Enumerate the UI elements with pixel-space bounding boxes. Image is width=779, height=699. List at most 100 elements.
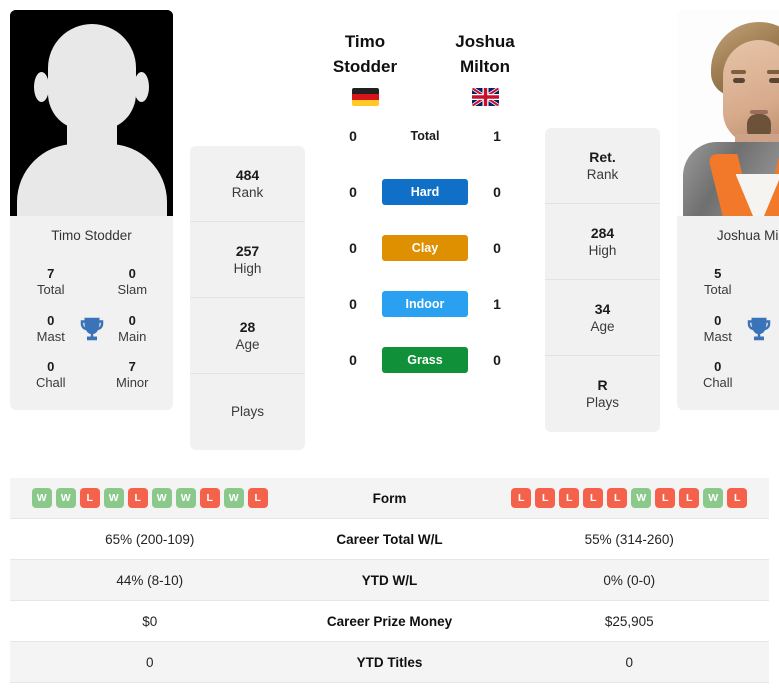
form-label: Form (372, 490, 407, 506)
form-badge-win: W (31, 488, 52, 508)
table-row: 0 YTD Titles 0 (10, 642, 769, 683)
left-player-photo (10, 10, 173, 216)
form-badge-loss: L (535, 488, 556, 508)
center-comparison: Timo Stodder Joshua Milton 0 Total 1 0 H… (305, 10, 545, 388)
right-clay-wins: 0 (493, 240, 501, 257)
right-player-stat-card: Ret. Rank 284 High 34 Age R Plays (545, 128, 660, 432)
left-titles-slam: 0 Slam (117, 266, 148, 298)
right-form-badges: LLLLLWLLWL (490, 488, 770, 508)
form-badge-loss: L (607, 488, 628, 508)
left-ytd-titles: 0 (145, 654, 154, 670)
table-row: 65% (200-109) Career Total W/L 55% (314-… (10, 519, 769, 560)
left-hard-wins: 0 (349, 184, 357, 201)
left-career-prize-money: $0 (142, 613, 158, 629)
surface-label-total: Total (410, 129, 440, 144)
comparison-stats-table: WWLWLWWLWL Form LLLLLWLLWL 65% (200-109)… (10, 478, 769, 683)
right-total-wins: 1 (493, 128, 501, 145)
left-titles-total: 7 Total (37, 266, 65, 298)
right-player-column: Joshua Milton 5 Total 0 Slam 0 Mast (677, 10, 779, 410)
table-row-form: WWLWLWWLWL Form LLLLLWLLWL (10, 478, 769, 519)
left-form-badges: WWLWLWWLWL (10, 488, 290, 508)
form-badge-loss: L (247, 488, 268, 508)
form-badge-win: W (151, 488, 172, 508)
left-player-name: Timo Stodder (332, 32, 398, 76)
left-player-name-block: Timo Stodder (305, 30, 425, 107)
right-indoor-wins: 1 (493, 296, 501, 313)
right-grass-wins: 0 (493, 352, 501, 369)
left-titles-minor: 7 Minor (115, 359, 149, 391)
form-badge-win: W (103, 488, 124, 508)
right-player-name-caption: Joshua Milton (677, 216, 779, 254)
player-names-row: Timo Stodder Joshua Milton (305, 30, 545, 107)
form-badge-loss: L (559, 488, 580, 508)
left-stat-plays: Plays (230, 404, 264, 420)
right-stat-rank: Ret. Rank (545, 128, 660, 204)
form-badge-loss: L (727, 488, 748, 508)
right-player-photo (677, 10, 779, 216)
form-badge-loss: L (679, 488, 700, 508)
right-titles-slam: 0 Slam (759, 260, 779, 305)
form-badge-win: W (55, 488, 76, 508)
table-row: 44% (8-10) YTD W/L 0% (0-0) (10, 560, 769, 601)
surface-label-indoor: Indoor (382, 291, 468, 318)
left-player-column: Timo Stodder 7 Total 0 Slam 0 Mast 0 Mai… (10, 10, 173, 410)
right-player-titles-card: 5 Total 0 Slam 0 Mast 0 Main (677, 254, 779, 410)
right-player-name-block: Joshua Milton (425, 30, 545, 107)
label-career-prize-money: Career Prize Money (326, 613, 453, 629)
left-titles-chall: 0 Chall (35, 359, 66, 391)
surface-row-grass: 0 Grass 0 (305, 332, 545, 388)
flag-germany-icon (351, 88, 379, 107)
form-badge-win: W (175, 488, 196, 508)
surface-row-clay: 0 Clay 0 (305, 220, 545, 276)
form-badge-win: W (703, 488, 724, 508)
surface-label-hard: Hard (382, 179, 468, 206)
trophy-icon (747, 317, 770, 340)
comparison-header: Timo Stodder 7 Total 0 Slam 0 Mast 0 Mai… (0, 0, 779, 478)
surface-comparison-list: 0 Total 1 0 Hard 0 0 Clay 0 0 Indoor 1 0… (305, 108, 545, 388)
left-ytd-wl: 44% (8-10) (116, 572, 184, 588)
right-ytd-wl: 0% (0-0) (603, 572, 656, 588)
right-career-prize-money: $25,905 (604, 613, 654, 629)
flag-uk-icon (471, 88, 499, 107)
table-row: $0 Career Prize Money $25,905 (10, 601, 769, 642)
left-player-stat-card: 484 Rank 257 High 28 Age Plays (190, 146, 305, 450)
left-grass-wins: 0 (349, 352, 357, 369)
label-ytd-titles: YTD Titles (356, 654, 423, 670)
surface-row-hard: 0 Hard 0 (305, 164, 545, 220)
left-stat-age: 28 Age (190, 298, 305, 374)
right-titles-minor: 5 Minor (759, 353, 779, 398)
surface-label-grass: Grass (382, 347, 468, 374)
left-clay-wins: 0 (349, 240, 357, 257)
surface-label-clay: Clay (382, 235, 468, 262)
avatar-placeholder-icon (10, 10, 173, 216)
left-player-name-caption: Timo Stodder (10, 216, 173, 254)
right-player-name: Joshua Milton (455, 32, 515, 76)
trophy-icon (80, 317, 103, 340)
label-ytd-wl: YTD W/L (361, 572, 418, 588)
right-career-total-wl: 55% (314-260) (584, 531, 674, 547)
left-total-wins: 0 (349, 128, 357, 145)
left-career-total-wl: 65% (200-109) (105, 531, 195, 547)
form-badge-loss: L (127, 488, 148, 508)
right-stat-high: 284 High (545, 204, 660, 280)
left-indoor-wins: 0 (349, 296, 357, 313)
form-badge-loss: L (583, 488, 604, 508)
right-hard-wins: 0 (493, 184, 501, 201)
right-titles-chall: 0 Chall (702, 359, 733, 391)
right-titles-total: 5 Total (704, 266, 732, 298)
left-stat-high: 257 High (190, 222, 305, 298)
form-badge-win: W (223, 488, 244, 508)
surface-row-indoor: 0 Indoor 1 (305, 276, 545, 332)
form-badge-loss: L (199, 488, 220, 508)
form-badge-loss: L (511, 488, 532, 508)
surface-row-total: 0 Total 1 (305, 108, 545, 164)
right-stat-plays: R Plays (585, 377, 619, 411)
right-ytd-titles: 0 (625, 654, 633, 670)
form-badge-loss: L (79, 488, 100, 508)
form-badge-loss: L (655, 488, 676, 508)
left-player-titles-card: 7 Total 0 Slam 0 Mast 0 Main 0 Chall 7 M… (10, 254, 173, 410)
player-comparison-page: Timo Stodder 7 Total 0 Slam 0 Mast 0 Mai… (0, 0, 779, 699)
form-badge-win: W (631, 488, 652, 508)
label-career-total-wl: Career Total W/L (336, 531, 443, 547)
left-stat-rank: 484 Rank (190, 146, 305, 222)
